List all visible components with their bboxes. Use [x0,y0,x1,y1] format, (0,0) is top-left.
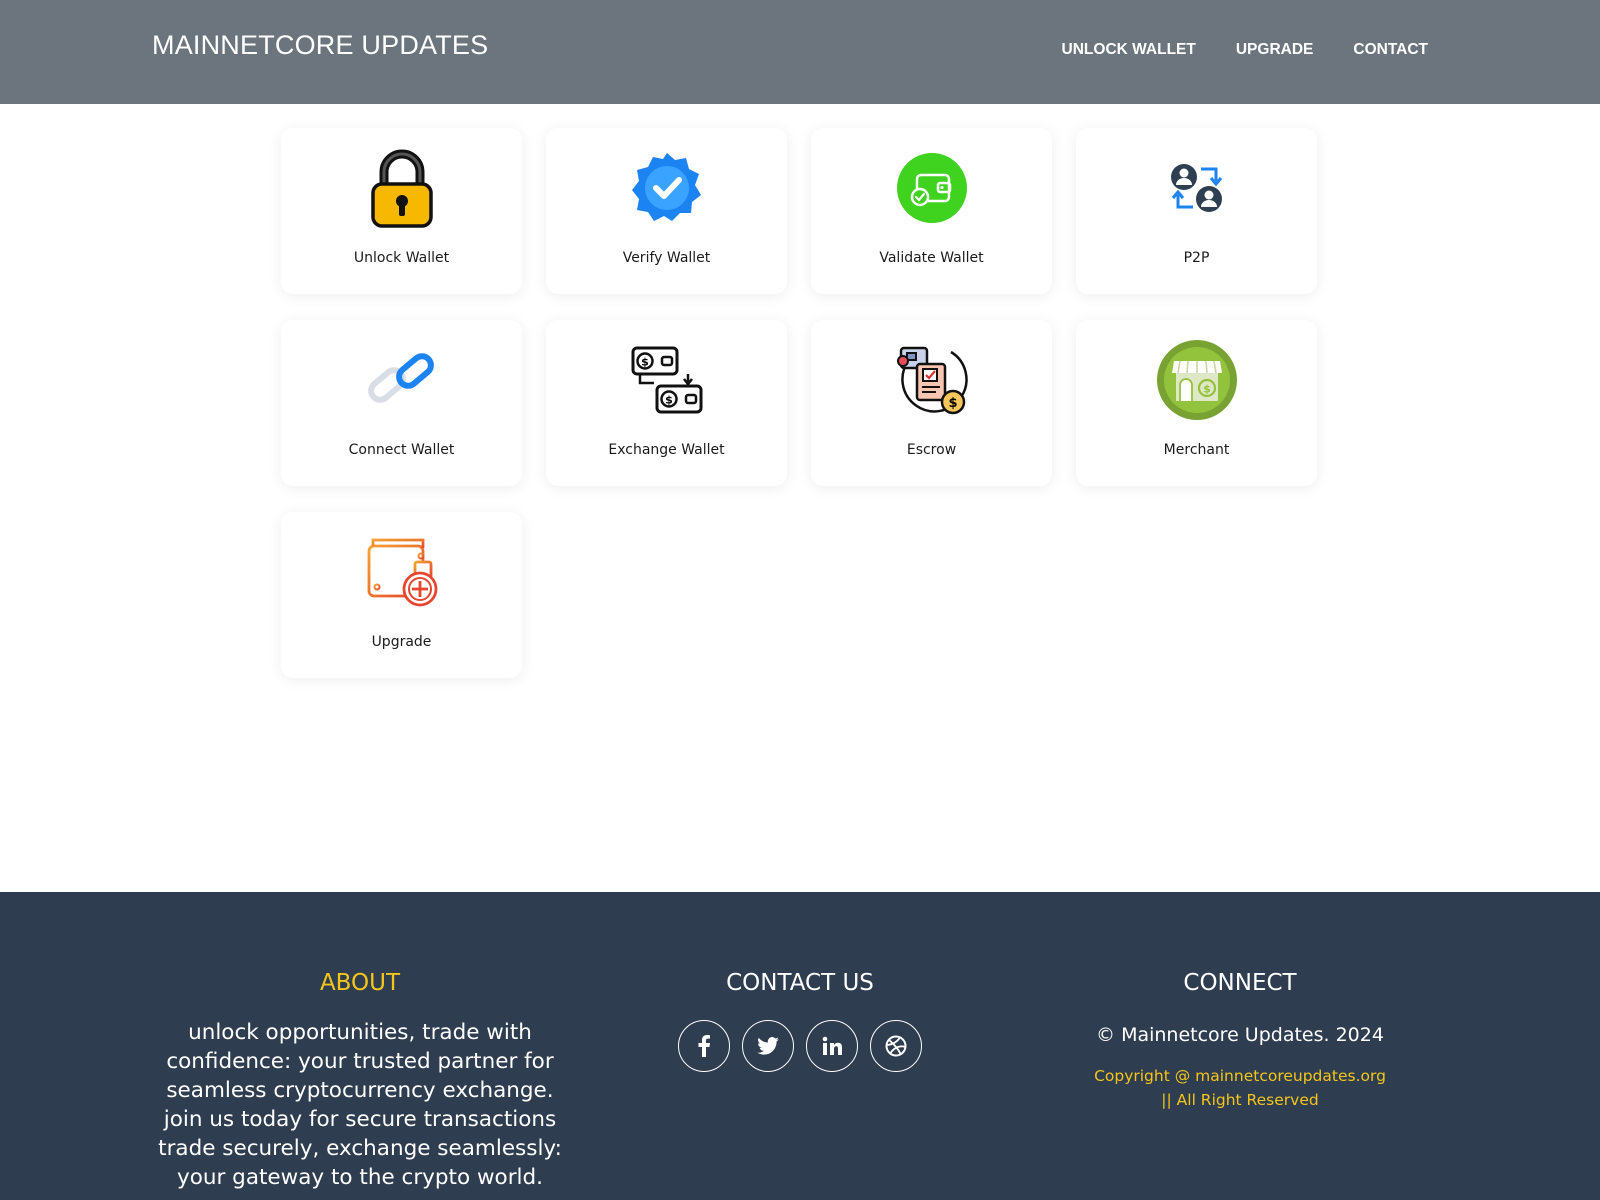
verified-badge-icon [625,146,709,230]
nav-contact[interactable]: CONTACT [1353,41,1428,59]
social-links [650,1020,950,1072]
card-label: Merchant [1163,442,1230,458]
brand-title[interactable]: MAINNETCORE UPDATES [152,30,488,61]
card-connect-wallet[interactable]: Connect Wallet [281,320,522,486]
about-heading: ABOUT [319,970,401,996]
card-verify-wallet[interactable]: Verify Wallet [546,128,787,294]
storefront-icon: $ [1155,338,1239,422]
linkedin-icon[interactable] [806,1020,858,1072]
svg-text:$: $ [948,396,957,411]
svg-text:$: $ [641,356,649,369]
svg-text:$: $ [665,394,673,407]
card-unlock-wallet[interactable]: Unlock Wallet [281,128,522,294]
copyright-text: © Mainnetcore Updates. 2024 [1096,1024,1384,1046]
card-label: Validate Wallet [879,250,984,266]
wallet-actions-grid: Unlock Wallet Verify Wallet Validate Wal… [281,128,1317,678]
top-navbar: MAINNETCORE UPDATES UNLOCK WALLET UPGRAD… [0,0,1600,104]
about-text: unlock opportunities, trade with confide… [158,1020,562,1190]
money-exchange-icon: $ $ [625,338,709,422]
nav-menu: UNLOCK WALLET UPGRADE CONTACT [1062,41,1428,59]
facebook-icon[interactable] [678,1020,730,1072]
chain-link-icon [360,338,444,422]
contact-heading: CONTACT US [726,970,874,996]
footer-about: ABOUT unlock opportunities, trade with c… [150,970,570,1192]
nav-upgrade[interactable]: UPGRADE [1236,41,1314,59]
twitter-icon[interactable] [742,1020,794,1072]
wallet-add-icon [360,530,444,614]
card-merchant[interactable]: $ Merchant [1076,320,1317,486]
card-upgrade[interactable]: Upgrade [281,512,522,678]
card-label: Connect Wallet [348,442,455,458]
card-label: P2P [1183,250,1210,266]
card-label: Upgrade [371,634,432,650]
card-validate-wallet[interactable]: Validate Wallet [811,128,1052,294]
dribbble-icon[interactable] [870,1020,922,1072]
card-escrow[interactable]: $ Escrow [811,320,1052,486]
escrow-icon: $ [890,338,974,422]
card-p2p[interactable]: P2P [1076,128,1317,294]
site-footer: ABOUT unlock opportunities, trade with c… [0,892,1600,1200]
rights-text: Copyright @ mainnetcoreupdates.org || Al… [1094,1067,1386,1109]
connect-heading: CONNECT [1183,970,1297,996]
nav-unlock-wallet[interactable]: UNLOCK WALLET [1062,41,1196,59]
card-exchange-wallet[interactable]: $ $ Exchange Wallet [546,320,787,486]
padlock-icon [360,146,444,230]
p2p-transfer-icon [1155,146,1239,230]
card-label: Exchange Wallet [608,442,725,458]
footer-connect: CONNECT © Mainnetcore Updates. 2024 Copy… [1090,970,1390,1112]
wallet-check-icon [890,146,974,230]
card-label: Verify Wallet [622,250,711,266]
footer-contact: CONTACT US [650,970,950,1072]
card-label: Escrow [906,442,957,458]
card-label: Unlock Wallet [353,250,450,266]
svg-text:$: $ [1203,383,1211,396]
